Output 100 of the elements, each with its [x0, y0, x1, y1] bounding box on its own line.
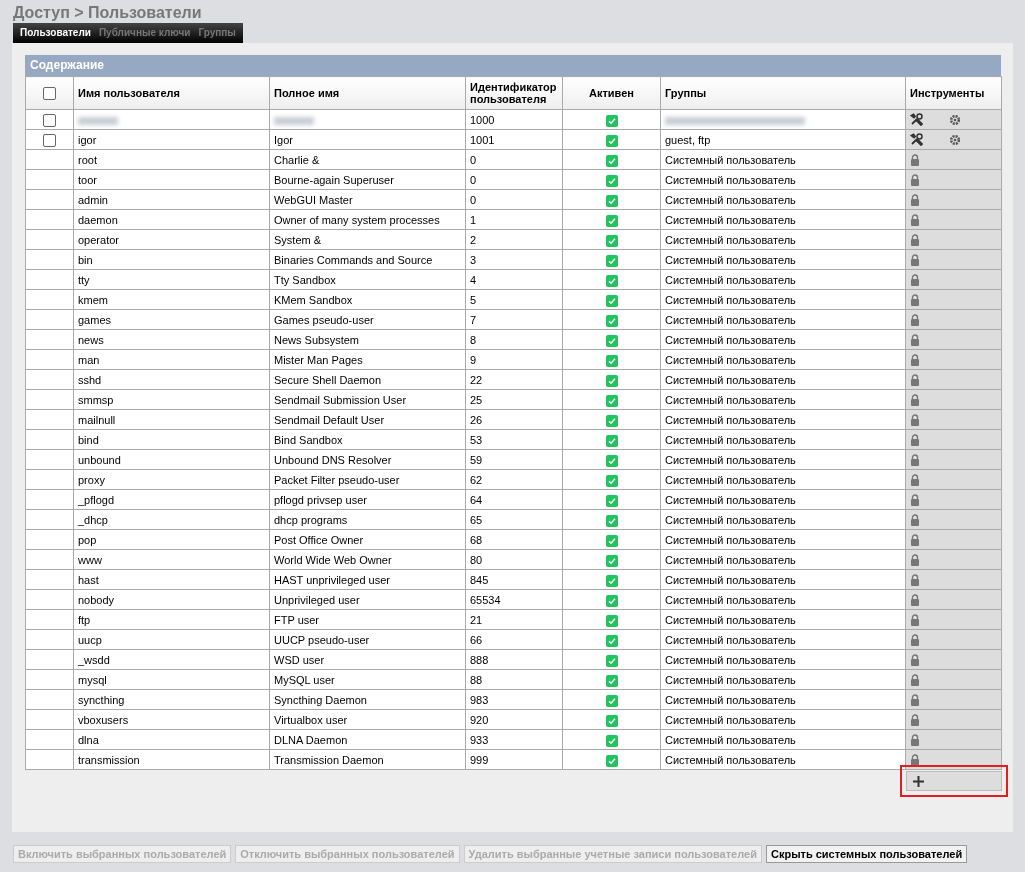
table-cell: WebGUI Master: [274, 193, 353, 206]
lock-icon: [910, 273, 920, 286]
lock-icon: [910, 693, 920, 706]
tools-icon[interactable]: [910, 133, 923, 146]
table-cell: Системный пользователь: [665, 233, 796, 246]
table-cell: Syncthing Daemon: [274, 693, 367, 706]
lock-icon: [910, 353, 920, 366]
table-cell: Системный пользователь: [665, 633, 796, 646]
lock-icon: [910, 253, 920, 266]
table-cell: Системный пользователь: [665, 213, 796, 226]
table-cell: guest, ftp: [665, 133, 711, 146]
table-cell: ftp: [78, 613, 91, 626]
table-cell: Unprivileged user: [274, 593, 360, 606]
table-cell: UUCP pseudo-user: [274, 633, 370, 646]
lock-icon: [910, 473, 920, 486]
table-cell: news: [78, 333, 104, 346]
table-cell: Системный пользователь: [665, 253, 796, 266]
tab[interactable]: Публичные ключи: [94, 23, 195, 43]
select-all-checkbox[interactable]: [43, 86, 56, 100]
table-cell: 4: [470, 273, 477, 286]
lock-icon: [910, 713, 920, 726]
table-cell: 64: [470, 493, 483, 506]
table-cell: Системный пользователь: [665, 453, 796, 466]
lock-icon: [910, 593, 920, 606]
table-cell: games: [78, 313, 112, 326]
table-cell: 999: [470, 753, 489, 766]
table-cell: Системный пользователь: [665, 493, 796, 506]
settings-icon[interactable]: [949, 133, 961, 146]
lock-icon: [910, 373, 920, 386]
lock-icon: [910, 653, 920, 666]
table-cell: 26: [470, 413, 483, 426]
table-cell: Системный пользователь: [665, 533, 796, 546]
table-cell: Системный пользователь: [665, 173, 796, 186]
table-cell: 933: [470, 733, 489, 746]
row-checkbox[interactable]: [43, 134, 56, 148]
table-cell: Bind Sandbox: [274, 433, 343, 446]
tools-icon[interactable]: [910, 113, 923, 126]
plus-icon: [913, 775, 924, 787]
table-cell: Системный пользователь: [665, 553, 796, 566]
lock-icon: [910, 613, 920, 626]
lock-icon: [910, 753, 920, 766]
table-cell: 7: [470, 313, 477, 326]
table-cell: pop: [78, 533, 97, 546]
tab[interactable]: Пользователи: [16, 23, 95, 43]
lock-icon: [910, 673, 920, 686]
table-cell: Системный пользователь: [665, 573, 796, 586]
settings-icon[interactable]: [949, 113, 961, 126]
redacted-text: [274, 116, 314, 125]
tab[interactable]: Группы: [194, 23, 240, 43]
lock-icon: [910, 453, 920, 466]
table-cell: 25: [470, 393, 483, 406]
lock-icon: [910, 173, 920, 186]
table-cell: 920: [470, 713, 489, 726]
table-cell: Virtualbox user: [274, 713, 348, 726]
table-cell: proxy: [78, 473, 105, 486]
table-cell: sshd: [78, 373, 102, 386]
breadcrumb: Доступ > Пользователи: [13, 3, 203, 23]
lock-icon: [910, 413, 920, 426]
lock-icon: [910, 193, 920, 206]
table-cell: 8: [470, 333, 477, 346]
table-cell: Системный пользователь: [665, 673, 796, 686]
table-cell: FTP user: [274, 613, 320, 626]
table-cell: Binaries Commands and Source: [274, 253, 433, 266]
lock-icon: [910, 293, 920, 306]
action-button[interactable]: Скрыть системных пользователей: [765, 845, 968, 863]
table-cell: Unbound DNS Resolver: [274, 453, 392, 466]
table-cell: MySQL user: [274, 673, 335, 686]
table-cell: kmem: [78, 293, 108, 306]
table-cell: System &: [274, 233, 322, 246]
table-cell: Games pseudo-user: [274, 313, 374, 326]
table-cell: Системный пользователь: [665, 513, 796, 526]
table-cell: 1000: [470, 113, 495, 126]
table-cell: 0: [470, 193, 477, 206]
table-cell: Системный пользователь: [665, 293, 796, 306]
row-checkbox[interactable]: [43, 114, 56, 128]
table-cell: Системный пользователь: [665, 413, 796, 426]
table-cell: 983: [470, 693, 489, 706]
table-cell: transmission: [78, 753, 140, 766]
table-cell: 845: [470, 573, 489, 586]
table-cell: daemon: [78, 213, 118, 226]
table-cell: pflogd privsep user: [274, 493, 367, 506]
table-cell: Системный пользователь: [665, 393, 796, 406]
add-button[interactable]: [906, 771, 1002, 791]
lock-icon: [910, 733, 920, 746]
table-cell: WSD user: [274, 653, 325, 666]
table-cell: Системный пользователь: [665, 473, 796, 486]
table-cell: Системный пользователь: [665, 713, 796, 726]
lock-icon: [910, 153, 920, 166]
column-header: Группы: [665, 87, 707, 99]
table-cell: 0: [470, 173, 477, 186]
table-cell: 62: [470, 473, 483, 486]
table-cell: Packet Filter pseudo-user: [274, 473, 400, 486]
table-cell: Системный пользователь: [665, 653, 796, 666]
table-cell: mysql: [78, 673, 107, 686]
table-cell: bind: [78, 433, 99, 446]
table-cell: hast: [78, 573, 99, 586]
table-cell: Transmission Daemon: [274, 753, 384, 766]
table-cell: tty: [78, 273, 90, 286]
column-header: Имя пользователя: [78, 87, 180, 99]
section-header: Содержание: [25, 55, 1001, 76]
